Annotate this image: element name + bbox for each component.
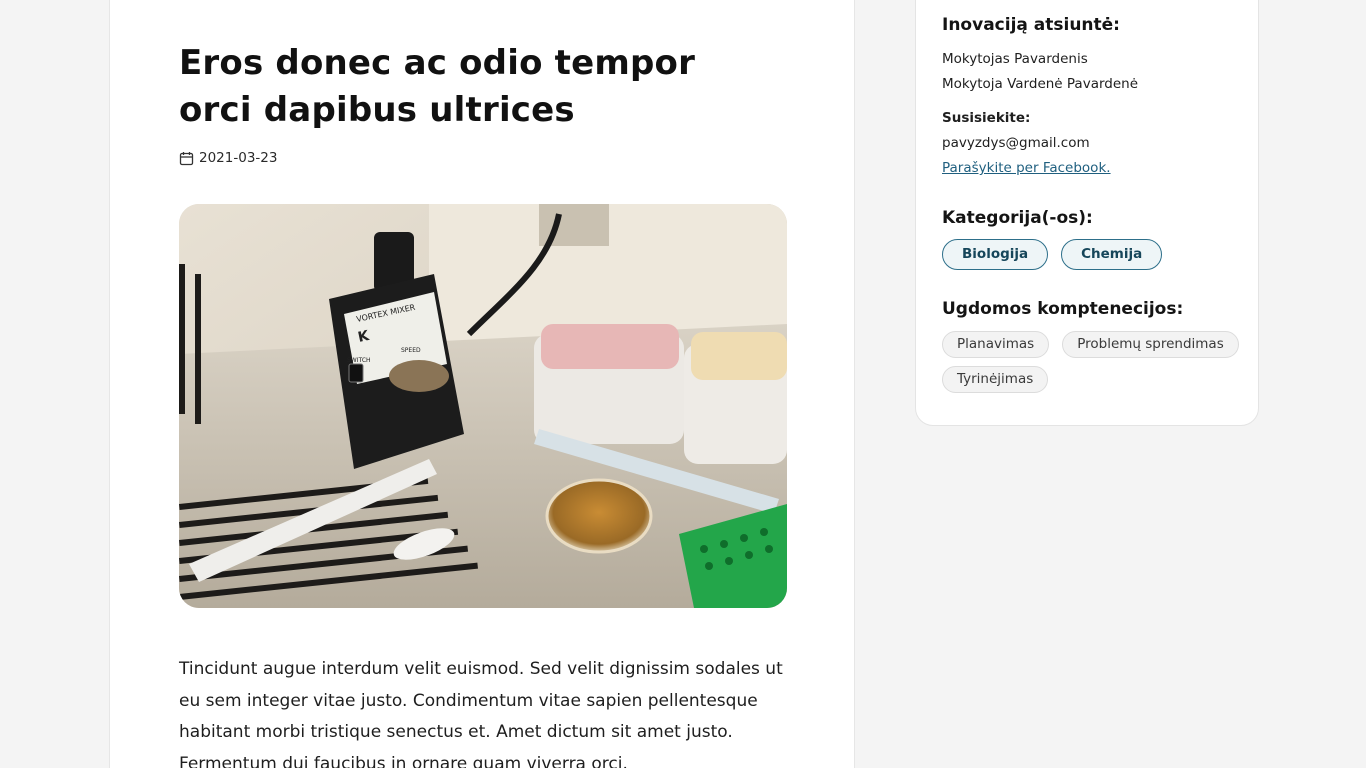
- submitter-name: Mokytojas Pavardenis: [942, 51, 1088, 67]
- mixer-speed-label: SPEED: [401, 347, 421, 354]
- calendar-icon: [179, 151, 194, 166]
- competency-tags: Planavimas Problemų sprendimas: [942, 331, 1239, 358]
- categories-heading: Kategorija(-os):: [942, 208, 1093, 228]
- facebook-contact-link[interactable]: Parašykite per Facebook.: [942, 160, 1111, 176]
- competency-tag: Tyrinėjimas: [942, 366, 1049, 393]
- category-tags: Biologija Chemija: [942, 239, 1163, 270]
- submitted-by-heading: Inovaciją atsiuntė:: [942, 15, 1120, 35]
- innovation-info-card: Inovaciją atsiuntė: Mokytojas Pavardenis…: [915, 0, 1259, 426]
- competency-tags-row-2: Tyrinėjimas: [942, 366, 1049, 393]
- article-image: VORTEX MIXER K SWITCH SPEED: [179, 204, 787, 608]
- competencies-heading: Ugdomos komptenecijos:: [942, 299, 1184, 319]
- lab-photo: VORTEX MIXER K SWITCH SPEED: [179, 204, 787, 608]
- article-date-text: 2021-03-23: [199, 150, 278, 166]
- competency-tag: Planavimas: [942, 331, 1050, 358]
- article-title: Eros donec ac odio tempor orci dapibus u…: [179, 43, 696, 130]
- contact-email: pavyzdys@gmail.com: [942, 135, 1090, 151]
- competency-tag: Problemų sprendimas: [1062, 331, 1239, 358]
- article-card: Eros donec ac odio tempor orci dapibus u…: [109, 0, 855, 768]
- article-date: 2021-03-23: [179, 150, 277, 166]
- mixer-switch-label: SWITCH: [347, 357, 371, 364]
- contact-label: Susisiekite:: [942, 110, 1031, 126]
- category-tag-biologija[interactable]: Biologija: [942, 239, 1049, 270]
- submitter-name: Mokytoja Vardenė Pavardenė: [942, 76, 1139, 92]
- page: Eros donec ac odio tempor orci dapibus u…: [0, 0, 1366, 768]
- article-body: Tincidunt augue interdum velit euismod. …: [179, 659, 783, 768]
- category-tag-chemija[interactable]: Chemija: [1061, 239, 1163, 270]
